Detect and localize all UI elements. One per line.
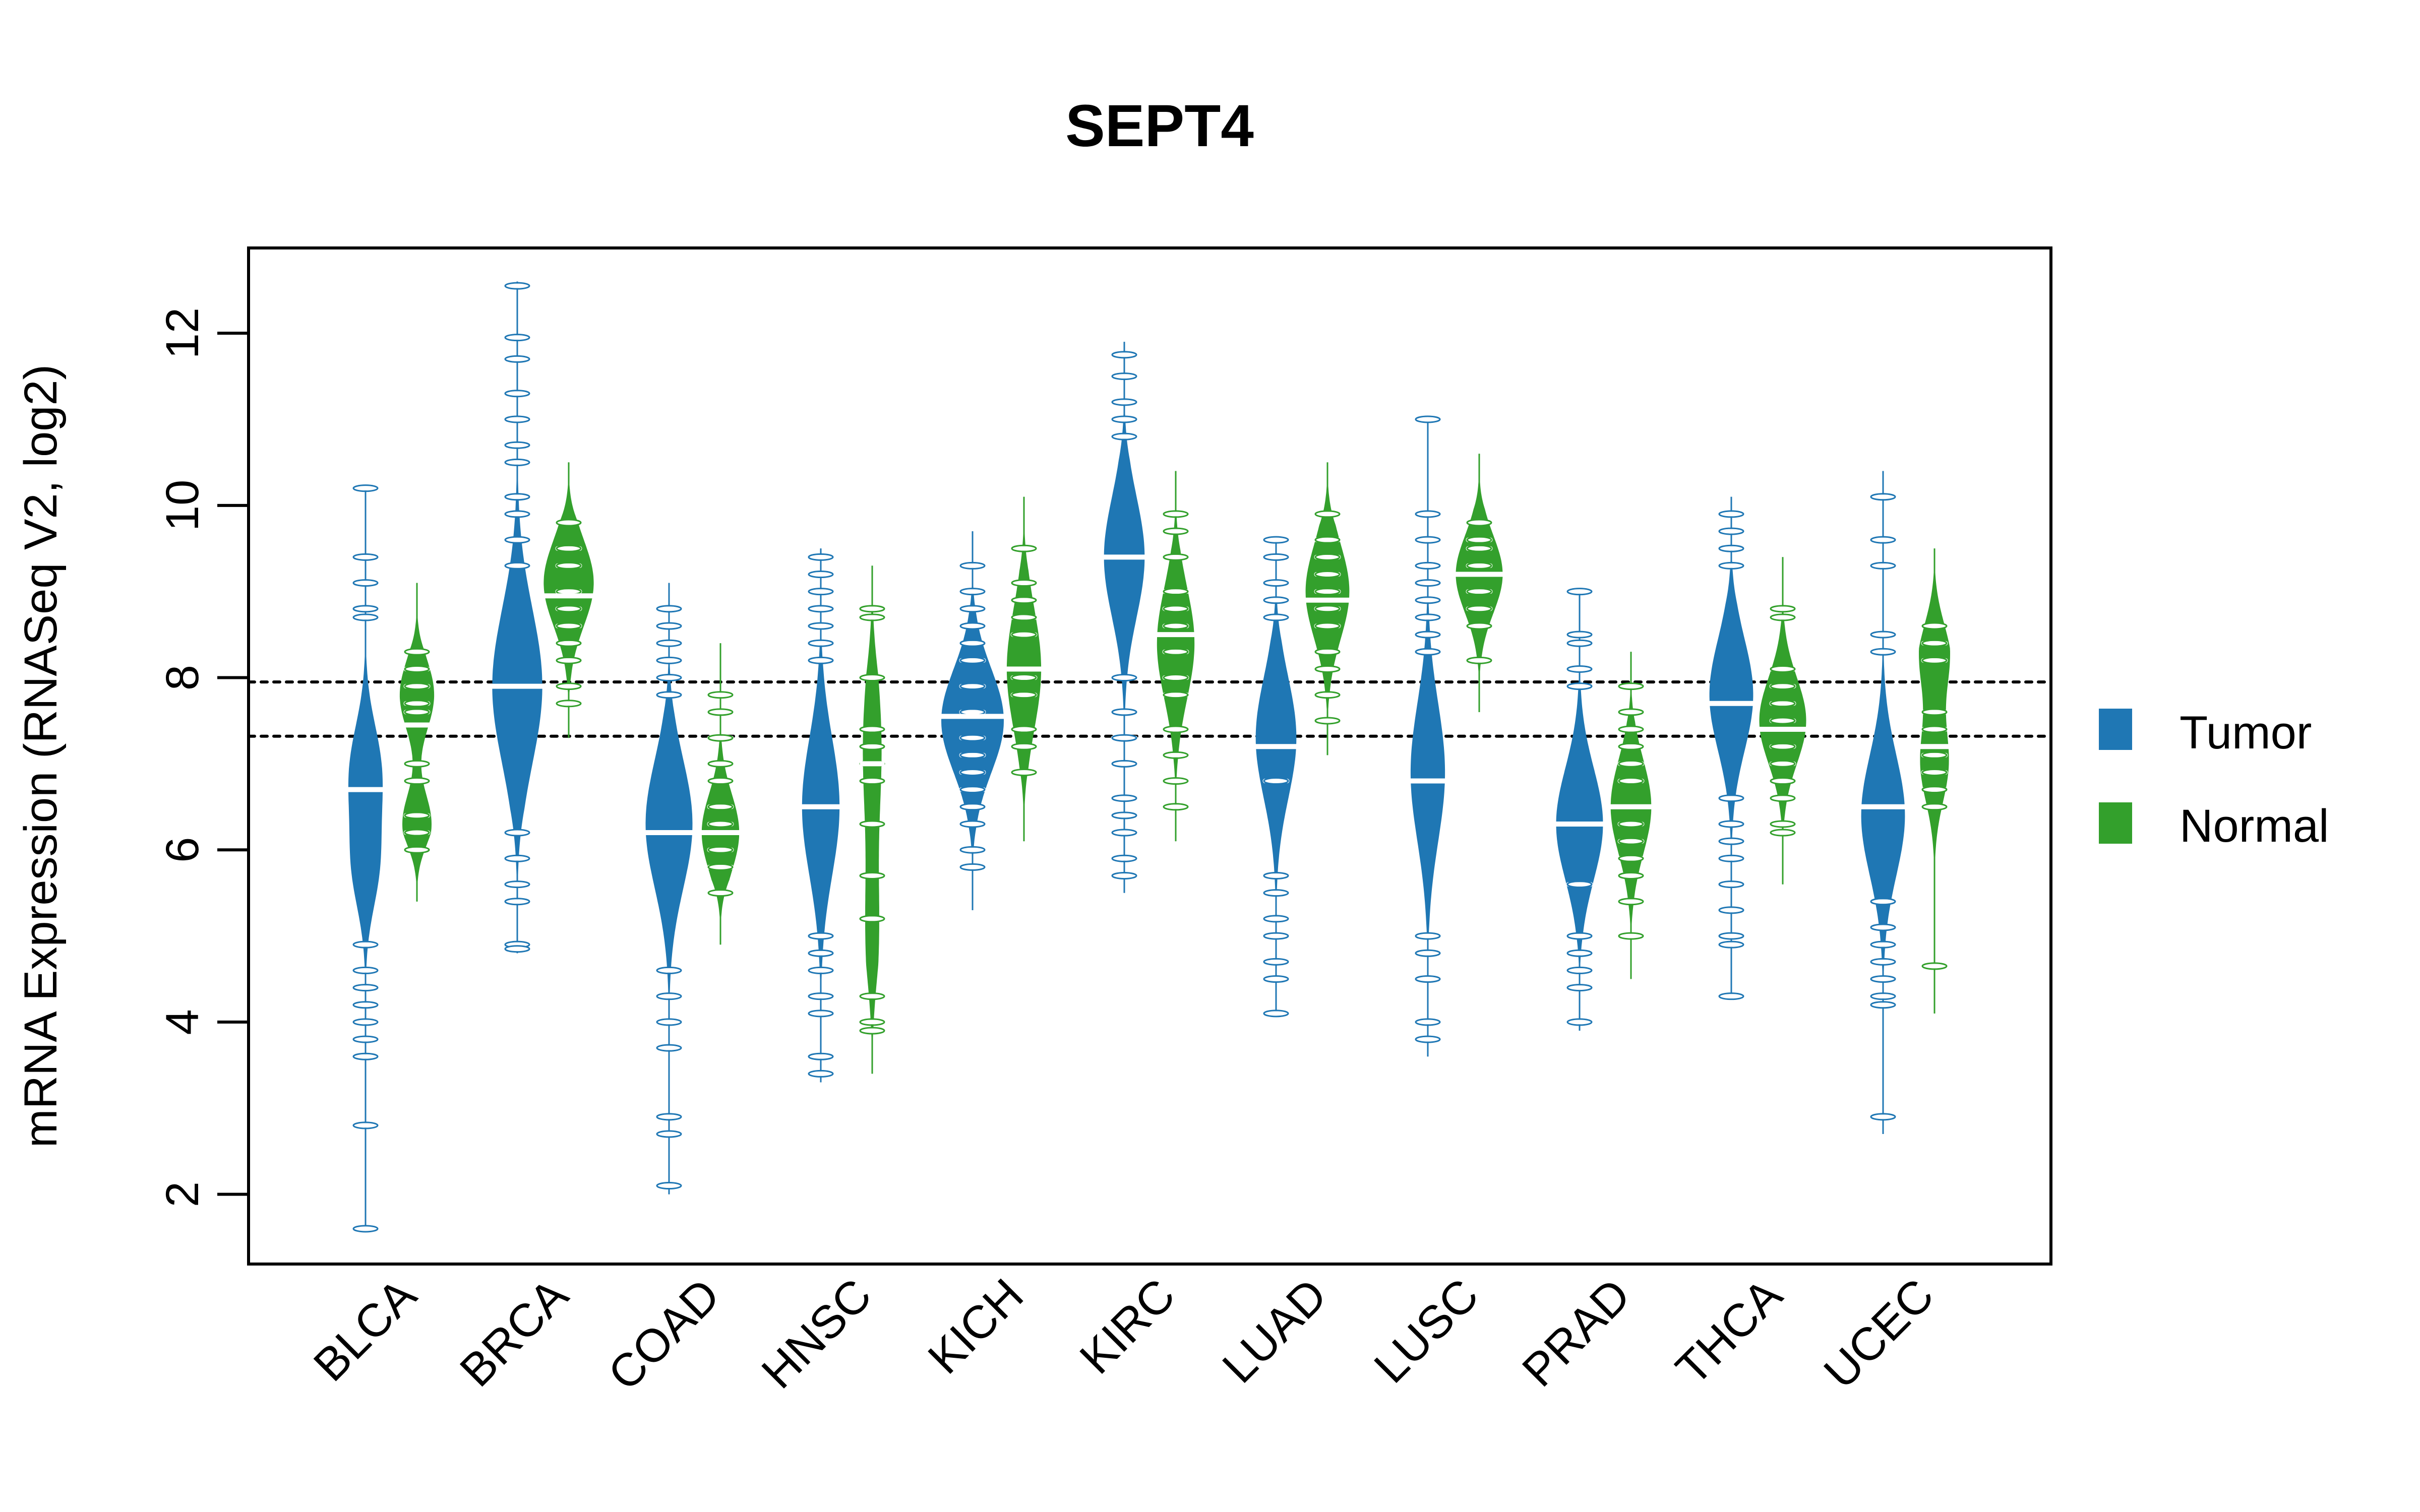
legend: Tumor Normal: [2099, 707, 2329, 852]
bean-tumor-kirc: [1101, 342, 1148, 893]
chart-title: SEPT4: [1065, 93, 1254, 159]
bean-normal-thca: [1756, 557, 1809, 885]
x-axis: BLCA BRCA COAD HNSC KICH KIRC LUAD LUSC PRAD THCA…: [304, 1269, 1944, 1401]
bean-normal-luad: [1302, 462, 1353, 755]
bean-tumor-lusc: [1407, 415, 1448, 1057]
bean-tumor-coad: [642, 583, 696, 1194]
legend-label-tumor: Tumor: [2180, 707, 2312, 759]
bean-tumor-prad: [1553, 588, 1606, 1031]
x-tick-label-coad: COAD: [598, 1269, 730, 1400]
legend-swatch-tumor: [2099, 709, 2132, 750]
y-tick-label: 10: [157, 480, 208, 531]
y-tick-label: 12: [157, 307, 208, 359]
bean-tumor-blca: [345, 484, 386, 1233]
bean-normal-kich: [1003, 496, 1045, 842]
bean-normal-ucec: [1916, 548, 1953, 1014]
y-axis-label: mRNA Expression (RNASeq V2, log2): [15, 364, 67, 1148]
y-axis: 2 4 6 8 10 12: [157, 307, 249, 1207]
bean-tumor-ucec: [1858, 471, 1908, 1135]
bean-normal-hnsc: [859, 565, 886, 1074]
beanplot-chart: SEPT4 24681012 BLCA BRCA COAD HNSC KICH KIRC L…: [15, 93, 2329, 1401]
bean-normal-brca: [540, 462, 597, 738]
x-tick-label-lusc: LUSC: [1364, 1269, 1488, 1393]
y-tick-label: 6: [157, 837, 208, 863]
x-tick-label-kich: KICH: [919, 1269, 1034, 1384]
y-tick-label: 4: [157, 1009, 208, 1035]
x-tick-label-hnsc: HNSC: [752, 1269, 881, 1398]
bean-tumor-brca: [489, 281, 546, 954]
legend-swatch-normal: [2099, 802, 2132, 844]
y-tick-label: 8: [157, 665, 208, 690]
x-tick-label-luad: LUAD: [1213, 1269, 1337, 1393]
bean-tumor-thca: [1706, 496, 1757, 1000]
bean-tumor-luad: [1252, 536, 1300, 1018]
bean-normal-lusc: [1453, 454, 1506, 712]
bean-normal-coad: [698, 643, 743, 945]
bean-normal-blca: [396, 583, 438, 902]
x-tick-label-prad: PRAD: [1512, 1269, 1640, 1397]
bean-normal-kirc: [1154, 471, 1198, 842]
y-tick-label: 2: [157, 1181, 208, 1207]
x-tick-label-ucec: UCEC: [1814, 1269, 1944, 1398]
x-tick-label-blca: BLCA: [304, 1269, 427, 1392]
bean-tumor-kich: [938, 531, 1007, 910]
x-tick-label-thca: THCA: [1666, 1269, 1792, 1395]
x-tick-label-brca: BRCA: [450, 1269, 578, 1397]
legend-label-normal: Normal: [2180, 800, 2329, 852]
x-tick-label-kirc: KIRC: [1070, 1269, 1185, 1384]
bean-normal-prad: [1607, 652, 1655, 979]
bean-tumor-hnsc: [799, 548, 843, 1083]
plot-area: [247, 281, 2052, 1233]
